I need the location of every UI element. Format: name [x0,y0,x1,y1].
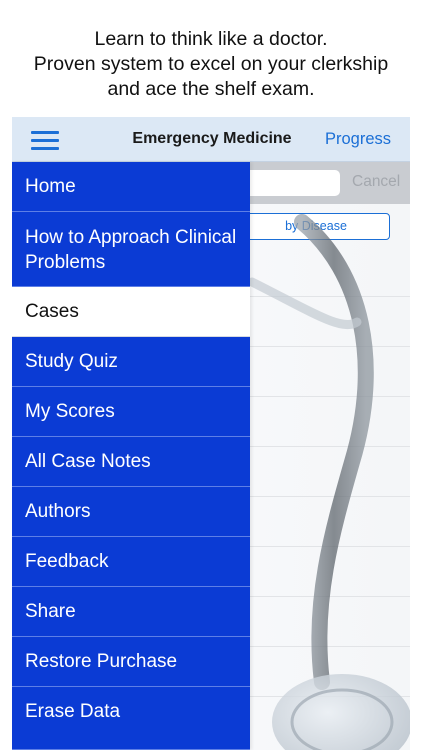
menu-item-share[interactable]: Share [12,587,250,637]
side-menu-drawer: Home How to Approach Clinical Problems C… [12,162,250,750]
list-row-divider [250,646,410,647]
search-cancel-button[interactable]: Cancel [352,173,400,191]
promo-line-1: Learn to think like a doctor. [94,28,328,50]
hamburger-menu-icon[interactable] [31,131,59,150]
list-row-divider [250,346,410,347]
menu-item-feedback[interactable]: Feedback [12,537,250,587]
menu-item-label: My Scores [25,401,115,422]
promo-line-2: Proven system to excel on your clerkship [33,53,389,75]
menu-item-study-quiz[interactable]: Study Quiz [12,337,250,387]
promo-line-3: and ace the shelf exam. [107,78,315,100]
menu-item-label: All Case Notes [25,451,151,472]
menu-item-label: Study Quiz [25,351,118,372]
menu-item-how-to-approach[interactable]: How to Approach Clinical Problems [12,212,250,287]
menu-item-authors[interactable]: Authors [12,487,250,537]
menu-item-label: How to Approach Clinical Problems [25,227,237,273]
menu-item-erase-data[interactable]: Erase Data [12,687,250,750]
menu-item-label: Feedback [25,551,109,572]
menu-item-home[interactable]: Home [12,162,250,212]
list-row-divider [250,546,410,547]
menu-item-label: Erase Data [25,701,121,722]
menu-item-restore-purchase[interactable]: Restore Purchase [12,637,250,687]
menu-item-cases[interactable]: Cases [12,287,250,337]
menu-item-my-scores[interactable]: My Scores [12,387,250,437]
list-row-divider [250,296,410,297]
menu-item-label: Share [25,601,76,622]
menu-item-label: Restore Purchase [25,651,178,672]
page-title: Emergency Medicine [132,130,292,147]
list-row-divider [250,696,410,697]
menu-item-label: Home [25,176,76,197]
navigation-bar: Emergency Medicine Progress [12,117,410,162]
menu-item-label: Authors [25,501,91,522]
progress-button[interactable]: Progress [325,130,391,149]
list-row-divider [250,446,410,447]
sort-by-disease-segment[interactable]: by Disease [242,213,390,240]
list-row-divider [250,396,410,397]
list-row-divider [250,596,410,597]
menu-item-label: Cases [25,301,79,322]
app-screen: Cancel by Disease Emergency Medicine Pro… [12,117,410,750]
promo-caption: Learn to think like a doctor. Proven sys… [0,0,422,117]
list-row-divider [250,496,410,497]
menu-item-all-case-notes[interactable]: All Case Notes [12,437,250,487]
